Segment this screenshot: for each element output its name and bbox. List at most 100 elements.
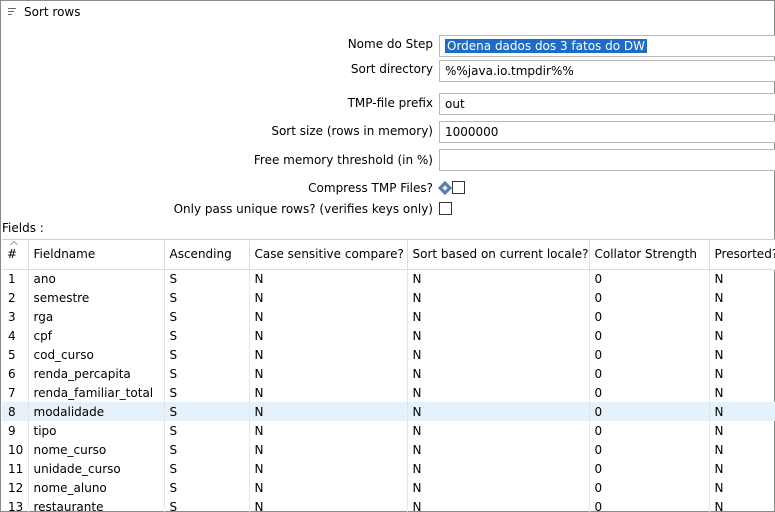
locale-cell[interactable]: N	[407, 364, 590, 383]
locale-cell[interactable]: N	[407, 345, 590, 364]
fieldname-cell[interactable]: restaurante	[28, 497, 165, 512]
table-row[interactable]: 12 nome_aluno S N N 0 N	[2, 478, 775, 497]
fieldname-cell[interactable]: ano	[28, 269, 165, 288]
presorted-cell[interactable]: N	[709, 288, 775, 307]
column-header-fieldname[interactable]: Fieldname	[28, 240, 165, 270]
fieldname-cell[interactable]: modalidade	[28, 402, 165, 421]
fieldname-cell[interactable]: nome_aluno	[28, 478, 165, 497]
case-sensitive-cell[interactable]: N	[249, 288, 408, 307]
unique-rows-checkbox[interactable]	[439, 202, 452, 215]
ascending-cell[interactable]: S	[164, 421, 250, 440]
free-memory-input[interactable]	[439, 149, 775, 171]
collator-cell[interactable]: 0	[589, 326, 710, 345]
collator-cell[interactable]: 0	[589, 459, 710, 478]
case-sensitive-cell[interactable]: N	[249, 421, 408, 440]
ascending-cell[interactable]: S	[164, 364, 250, 383]
case-sensitive-cell[interactable]: N	[249, 364, 408, 383]
fieldname-cell[interactable]: semestre	[28, 288, 165, 307]
case-sensitive-cell[interactable]: N	[249, 402, 408, 421]
collator-cell[interactable]: 0	[589, 345, 710, 364]
collator-cell[interactable]: 0	[589, 288, 710, 307]
table-row[interactable]: 1 ano S N N 0 N	[2, 269, 775, 288]
table-row[interactable]: 11 unidade_curso S N N 0 N	[2, 459, 775, 478]
ascending-cell[interactable]: S	[164, 345, 250, 364]
column-header-collator[interactable]: Collator Strength	[589, 240, 710, 270]
locale-cell[interactable]: N	[407, 288, 590, 307]
fieldname-cell[interactable]: cpf	[28, 326, 165, 345]
locale-cell[interactable]: N	[407, 326, 590, 345]
case-sensitive-cell[interactable]: N	[249, 478, 408, 497]
fieldname-cell[interactable]: nome_curso	[28, 440, 165, 459]
presorted-cell[interactable]: N	[709, 478, 775, 497]
case-sensitive-cell[interactable]: N	[249, 459, 408, 478]
collator-cell[interactable]: 0	[589, 269, 710, 288]
table-row[interactable]: 8 modalidade S N N 0 N	[2, 402, 775, 421]
sort-directory-input[interactable]: %%java.io.tmpdir%%	[439, 60, 775, 82]
collator-cell[interactable]: 0	[589, 307, 710, 326]
table-row[interactable]: 9 tipo S N N 0 N	[2, 421, 775, 440]
ascending-cell[interactable]: S	[164, 497, 250, 512]
case-sensitive-cell[interactable]: N	[249, 440, 408, 459]
step-name-input[interactable]: Ordena dados dos 3 fatos do DW	[439, 35, 775, 57]
locale-cell[interactable]: N	[407, 402, 590, 421]
table-row[interactable]: 13 restaurante S N N 0 N	[2, 497, 775, 512]
ascending-cell[interactable]: S	[164, 402, 250, 421]
presorted-cell[interactable]: N	[709, 364, 775, 383]
fieldname-cell[interactable]: renda_percapita	[28, 364, 165, 383]
column-header-presorted[interactable]: Presorted?	[709, 240, 775, 270]
locale-cell[interactable]: N	[407, 478, 590, 497]
locale-cell[interactable]: N	[407, 269, 590, 288]
collator-cell[interactable]: 0	[589, 421, 710, 440]
presorted-cell[interactable]: N	[709, 440, 775, 459]
fieldname-cell[interactable]: tipo	[28, 421, 165, 440]
presorted-cell[interactable]: N	[709, 345, 775, 364]
case-sensitive-cell[interactable]: N	[249, 307, 408, 326]
ascending-cell[interactable]: S	[164, 440, 250, 459]
collator-cell[interactable]: 0	[589, 440, 710, 459]
locale-cell[interactable]: N	[407, 497, 590, 512]
column-header-ascending[interactable]: Ascending	[164, 240, 250, 270]
presorted-cell[interactable]: N	[709, 383, 775, 402]
collator-cell[interactable]: 0	[589, 497, 710, 512]
collator-cell[interactable]: 0	[589, 383, 710, 402]
collator-cell[interactable]: 0	[589, 478, 710, 497]
ascending-cell[interactable]: S	[164, 383, 250, 402]
table-row[interactable]: 4 cpf S N N 0 N	[2, 326, 775, 345]
collator-cell[interactable]: 0	[589, 402, 710, 421]
locale-cell[interactable]: N	[407, 459, 590, 478]
ascending-cell[interactable]: S	[164, 478, 250, 497]
presorted-cell[interactable]: N	[709, 269, 775, 288]
fieldname-cell[interactable]: unidade_curso	[28, 459, 165, 478]
column-header-locale[interactable]: Sort based on current locale?	[407, 240, 590, 270]
locale-cell[interactable]: N	[407, 307, 590, 326]
table-row[interactable]: 6 renda_percapita S N N 0 N	[2, 364, 775, 383]
locale-cell[interactable]: N	[407, 440, 590, 459]
ascending-cell[interactable]: S	[164, 459, 250, 478]
tmp-prefix-input[interactable]: out	[439, 93, 775, 115]
case-sensitive-cell[interactable]: N	[249, 326, 408, 345]
sort-size-input[interactable]: 1000000	[439, 121, 775, 143]
locale-cell[interactable]: N	[407, 421, 590, 440]
ascending-cell[interactable]: S	[164, 269, 250, 288]
table-row[interactable]: 10 nome_curso S N N 0 N	[2, 440, 775, 459]
case-sensitive-cell[interactable]: N	[249, 269, 408, 288]
case-sensitive-cell[interactable]: N	[249, 345, 408, 364]
presorted-cell[interactable]: N	[709, 402, 775, 421]
column-header-case-sensitive[interactable]: Case sensitive compare?	[249, 240, 408, 270]
fieldname-cell[interactable]: rga	[28, 307, 165, 326]
ascending-cell[interactable]: S	[164, 307, 250, 326]
table-row[interactable]: 7 renda_familiar_total S N N 0 N	[2, 383, 775, 402]
fieldname-cell[interactable]: cod_curso	[28, 345, 165, 364]
ascending-cell[interactable]: S	[164, 326, 250, 345]
locale-cell[interactable]: N	[407, 383, 590, 402]
fieldname-cell[interactable]: renda_familiar_total	[28, 383, 165, 402]
presorted-cell[interactable]: N	[709, 459, 775, 478]
table-row[interactable]: 2 semestre S N N 0 N	[2, 288, 775, 307]
presorted-cell[interactable]: N	[709, 497, 775, 512]
ascending-cell[interactable]: S	[164, 288, 250, 307]
presorted-cell[interactable]: N	[709, 421, 775, 440]
case-sensitive-cell[interactable]: N	[249, 497, 408, 512]
case-sensitive-cell[interactable]: N	[249, 383, 408, 402]
table-row[interactable]: 5 cod_curso S N N 0 N	[2, 345, 775, 364]
presorted-cell[interactable]: N	[709, 307, 775, 326]
